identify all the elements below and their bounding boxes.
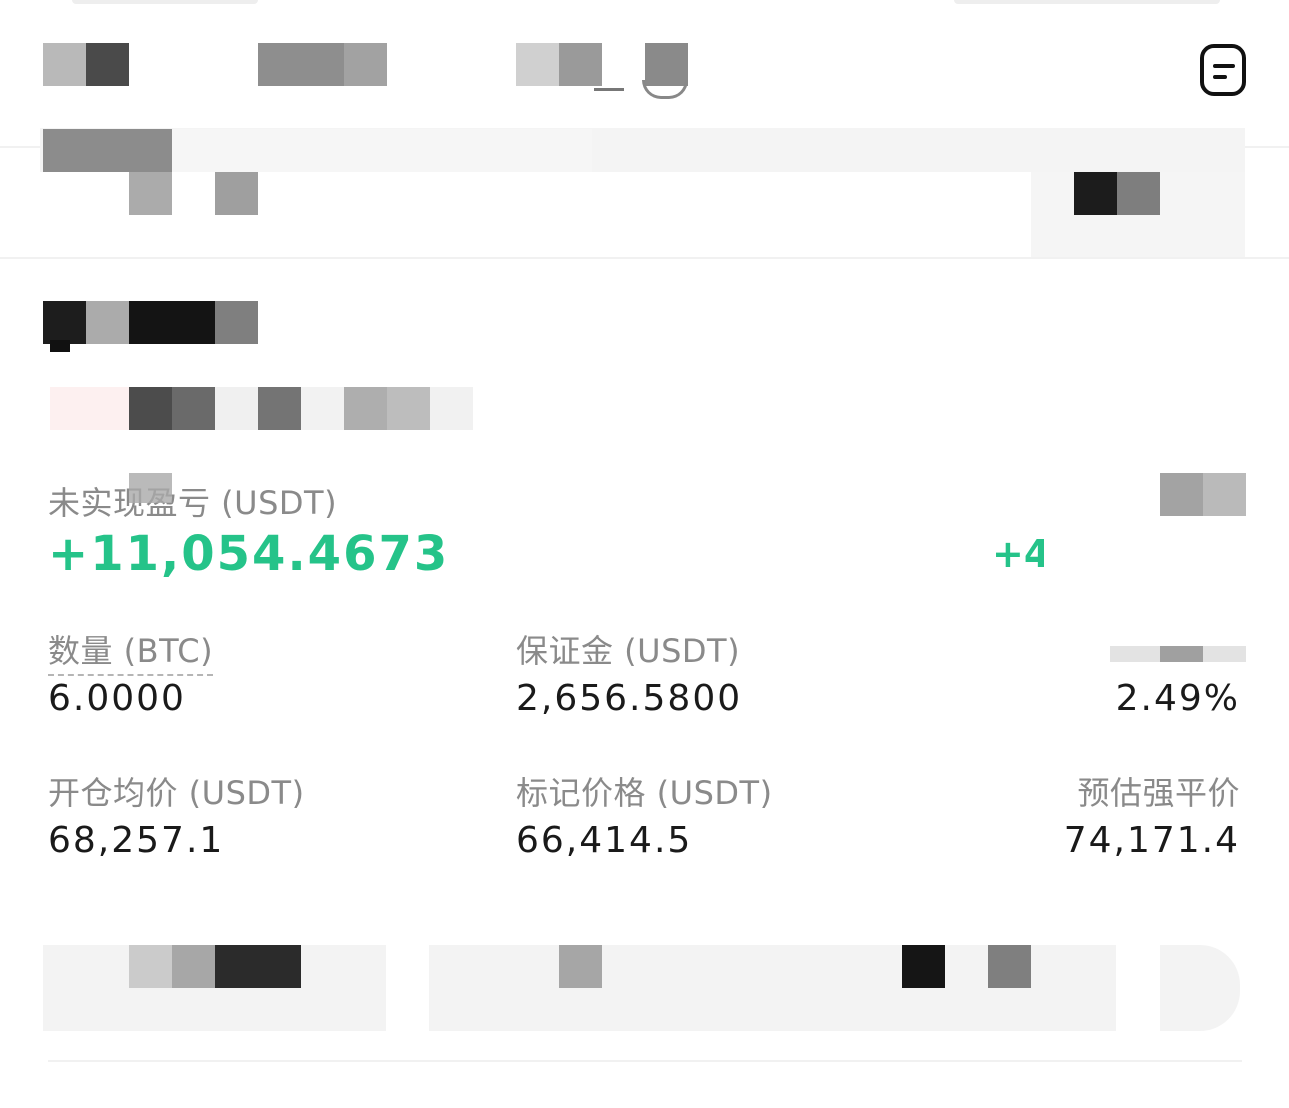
mark-price-value: 66,414.5: [516, 820, 693, 861]
top-tab-right: [954, 0, 1220, 4]
quantity-label[interactable]: 数量 (BTC): [48, 626, 214, 676]
divider-bottom: [48, 1060, 1242, 1062]
redacted-right-ratio-1: [1160, 473, 1203, 516]
pnl-ratio-value: +4: [992, 532, 1044, 576]
redacted-right-2: [1117, 172, 1160, 215]
redacted-tab-2b: [344, 43, 387, 86]
action-button-3[interactable]: [1160, 945, 1240, 1031]
redacted-tab-2[interactable]: [258, 43, 344, 86]
margin-ratio-value: 2.49%: [1115, 678, 1240, 719]
action-button-1-label-a: [129, 945, 172, 988]
document-icon[interactable]: [1200, 44, 1246, 96]
liq-price-value: 74,171.4: [1063, 820, 1240, 861]
redacted-tab-3[interactable]: [516, 43, 559, 86]
redacted-strip-light: [172, 129, 592, 172]
redacted-sub-2: [215, 172, 258, 215]
action-button-2-label-a: [559, 945, 602, 988]
tab-partial-glyphs: [590, 78, 700, 100]
action-button-2-label-b: [902, 945, 945, 988]
mark-price-label: 标记价格 (USDT): [516, 774, 773, 812]
redacted-overlay: [129, 473, 172, 503]
redacted-tab-1b: [86, 43, 129, 86]
top-tab-left: [72, 0, 258, 4]
quantity-value: 6.0000: [48, 678, 186, 719]
divider-2: [0, 257, 1289, 259]
unrealized-pnl-value: +11,054.4673: [48, 526, 450, 582]
margin-label: 保证金 (USDT): [516, 632, 741, 670]
margin-value: 2,656.5800: [516, 678, 743, 719]
unrealized-pnl-label: 未实现盈亏 (USDT): [48, 484, 338, 522]
redacted-sub-1: [129, 172, 172, 215]
redacted-right-1: [1074, 172, 1117, 215]
redacted-right-ratio-2: [1203, 473, 1246, 516]
entry-price-value: 68,257.1: [48, 820, 225, 861]
redacted-tab-1[interactable]: [43, 43, 86, 86]
action-button-1-label-c: [215, 945, 301, 988]
redacted-strip-dark: [43, 129, 172, 172]
action-button-1-label-b: [172, 945, 215, 988]
liq-price-label: 预估强平价: [1077, 774, 1240, 812]
entry-price-label: 开仓均价 (USDT): [48, 774, 305, 812]
action-button-2-label-c: [988, 945, 1031, 988]
margin-ratio-label-redacted-2: [1160, 646, 1203, 662]
